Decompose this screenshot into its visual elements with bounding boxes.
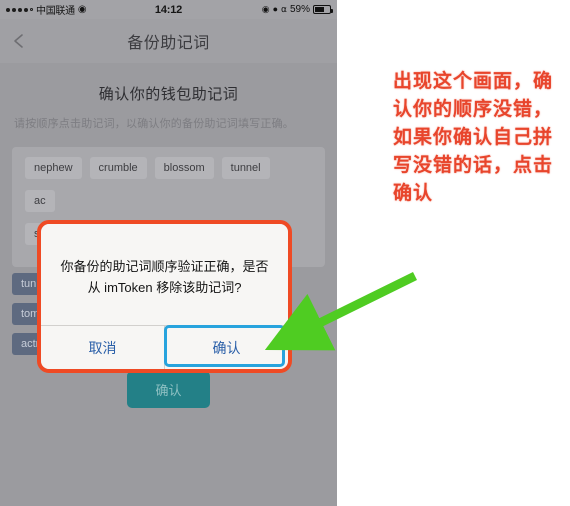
page-title: 备份助记词 <box>127 35 210 52</box>
answer-chip[interactable]: blossom <box>154 156 214 179</box>
bluetooth-icon: ⍺ <box>281 4 287 14</box>
content-heading: 确认你的钱包助记词 <box>98 86 239 103</box>
page-confirm-button[interactable]: 确认 <box>127 370 210 408</box>
phone-screenshot-panel: 中国联通 ◉ 14:12 ◉ ● ⍺ 59% 备份助记词 确认你的钱包助记词 请… <box>0 0 337 506</box>
annotation-text: 出现这个画面，确认你的顺序没错，如果你确认自己拼写没错的话，点击确认 <box>393 71 554 205</box>
green-arrow-icon <box>264 271 417 351</box>
answer-row: ac <box>20 189 317 212</box>
screenshot-root: 中国联通 ◉ 14:12 ◉ ● ⍺ 59% 备份助记词 确认你的钱包助记词 请… <box>0 0 570 506</box>
status-bar: 中国联通 ◉ 14:12 ◉ ● ⍺ 59% <box>0 0 337 19</box>
dialog-message: 你备份的助记词顺序验证正确，是否从 imToken 移除该助记词? <box>60 259 269 295</box>
status-bar-right: ◉ ● ⍺ 59% <box>261 4 333 15</box>
dialog-highlight-outline: 你备份的助记词顺序验证正确，是否从 imToken 移除该助记词? 取消 确认 <box>37 220 292 373</box>
annotation-panel: 出现这个画面，确认你的顺序没错，如果你确认自己拼写没错的话，点击确认 <box>337 0 570 506</box>
navigation-bar: 备份助记词 <box>0 19 337 63</box>
rotation-lock-icon: ◉ <box>261 4 270 14</box>
answer-chip[interactable]: nephew <box>25 156 82 179</box>
confirm-button-wrapper: 确认 <box>0 370 337 408</box>
content-subtitle: 请按顺序点击助记词，以确认你的备份助记词填写正确。 <box>14 118 294 130</box>
answer-chip[interactable]: tunnel <box>221 156 270 179</box>
answer-chip[interactable]: ac <box>25 189 55 212</box>
answer-chip[interactable]: crumble <box>89 156 147 179</box>
battery-percent-label: 59% <box>289 4 310 15</box>
confirmation-dialog: 你备份的助记词顺序验证正确，是否从 imToken 移除该助记词? 取消 确认 <box>41 224 288 369</box>
answer-row: nephew crumble blossom tunnel <box>20 156 317 179</box>
back-chevron-icon[interactable] <box>10 32 28 50</box>
battery-icon <box>313 5 333 14</box>
alarm-clock-icon: ● <box>272 4 279 14</box>
dialog-cancel-button[interactable]: 取消 <box>41 326 165 369</box>
dialog-actions: 取消 确认 <box>41 325 288 369</box>
